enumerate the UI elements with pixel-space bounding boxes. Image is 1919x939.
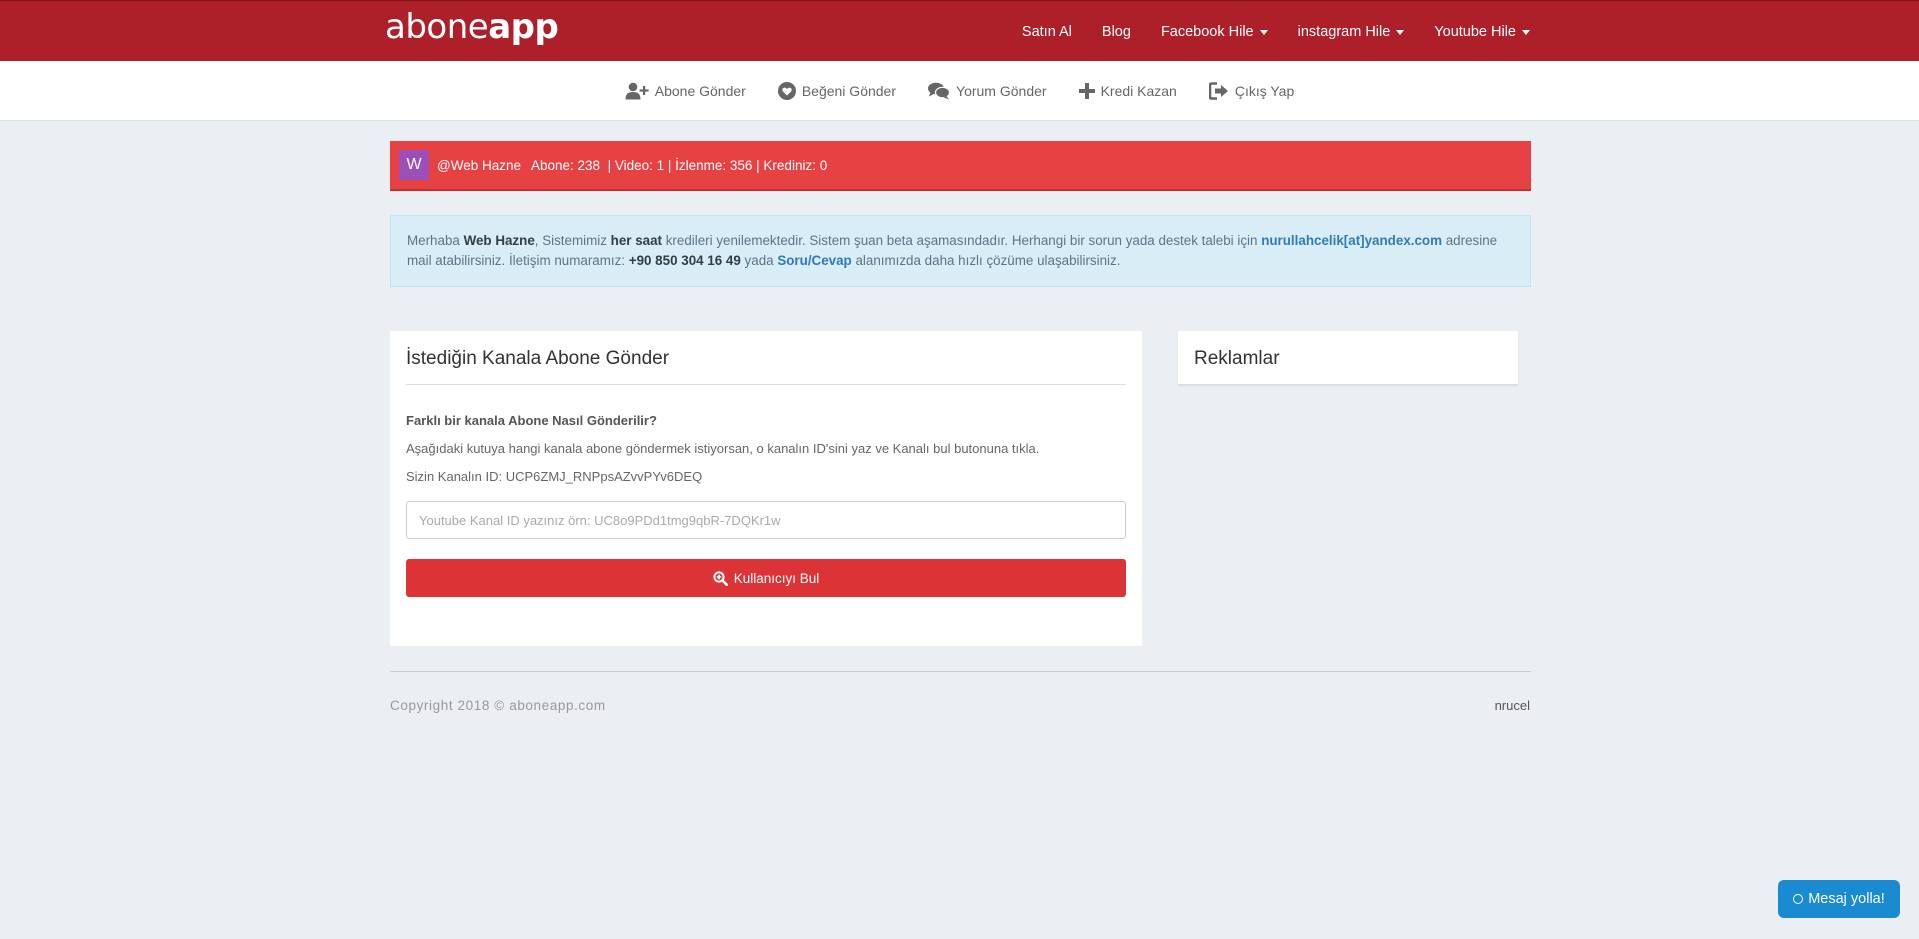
channel-id-input[interactable]: [406, 501, 1126, 539]
subnav-item-begeni-gonder[interactable]: Beğeni Gönder: [777, 81, 897, 100]
caret-down-icon: [1396, 30, 1405, 35]
find-user-button[interactable]: Kullanıcıyı Bul: [406, 559, 1126, 597]
subnav-item-kredi-kazan[interactable]: Kredi Kazan: [1078, 82, 1177, 99]
subnav-label: Çıkış Yap: [1234, 82, 1295, 99]
chat-label: Mesaj yolla!: [1808, 891, 1885, 907]
subnav-label: Abone Gönder: [654, 82, 746, 99]
sub-nav: Abone Gönder Beğeni Gönder Yorum Gönder …: [0, 61, 1919, 121]
alert-text: alanımızda daha hızlı çözüme ulaşabilirs…: [851, 253, 1121, 268]
user-stats-bar: W @Web Hazne Abone: 238 | Video: 1 | İzl…: [390, 141, 1531, 191]
alert-text: yada: [740, 253, 778, 268]
nav-label: Youtube Hile: [1434, 23, 1516, 40]
alert-text: , Sistemimiz: [534, 233, 611, 248]
ads-title: Reklamlar: [1194, 348, 1280, 369]
ads-panel: Reklamlar: [1178, 331, 1518, 385]
plus-icon: [1078, 82, 1095, 99]
panel-title: İstediğin Kanala Abone Gönder: [406, 331, 1126, 385]
info-alert: Merhaba Web Hazne, Sistemimiz her saat k…: [390, 215, 1531, 287]
comments-icon: [928, 82, 951, 99]
qa-link[interactable]: Soru/Cevap: [777, 253, 851, 268]
send-subscriber-panel: İstediğin Kanala Abone Gönder Farklı bir…: [390, 331, 1142, 646]
nav-label: Facebook Hile: [1160, 23, 1254, 40]
chat-circle-icon: [1793, 894, 1804, 904]
sign-out-icon: [1208, 81, 1228, 100]
subnav-item-abone-gonder[interactable]: Abone Gönder: [625, 82, 746, 100]
alert-every-hour: her saat: [610, 233, 663, 248]
alert-text: kredileri yenilemektedir. Sistem şuan be…: [662, 233, 1262, 248]
brand-light: abone: [385, 7, 489, 47]
caret-down-icon: [1259, 30, 1268, 35]
alert-username: Web Hazne: [463, 233, 535, 248]
brand-logo[interactable]: aboneapp: [385, 7, 559, 47]
footer-credit: nrucel: [1494, 698, 1530, 713]
user-stats: Abone: 238 | Video: 1 | İzlenme: 356 | K…: [531, 157, 828, 173]
top-nav: Satın Al Blog Facebook Hile instagram Hi…: [1007, 1, 1530, 62]
brand-bold: app: [488, 7, 559, 47]
nav-item-blog[interactable]: Blog: [1087, 24, 1146, 40]
how-to-heading: Farklı bir kanala Abone Nasıl Gönderilir…: [406, 413, 657, 428]
instruction-text: Aşağıdaki kutuya hangi kanala abone gönd…: [406, 441, 1040, 456]
footer-divider: [390, 671, 1531, 672]
subnav-label: Yorum Gönder: [956, 82, 1047, 99]
top-navbar: aboneapp Satın Al Blog Facebook Hile ins…: [0, 0, 1919, 61]
nav-label: Blog: [1101, 23, 1131, 40]
nav-label: Satın Al: [1021, 23, 1072, 40]
nav-label: instagram Hile: [1297, 23, 1391, 40]
user-plus-icon: [625, 82, 649, 99]
nav-item-youtube-hile[interactable]: Youtube Hile: [1419, 24, 1530, 40]
nav-item-facebook-hile[interactable]: Facebook Hile: [1146, 24, 1283, 40]
nav-item-instagram-hile[interactable]: instagram Hile: [1283, 24, 1420, 40]
subnav-label: Beğeni Gönder: [801, 82, 897, 99]
subnav-item-cikis-yap[interactable]: Çıkış Yap: [1208, 81, 1295, 100]
alert-phone: +90 850 304 16 49: [628, 253, 741, 268]
nav-item-satin-al[interactable]: Satın Al: [1007, 24, 1087, 40]
copyright-text: Copyright 2018 © aboneapp.com: [390, 698, 606, 713]
support-email-link[interactable]: nurullahcelik[at]yandex.com: [1261, 233, 1442, 248]
heart-icon: [777, 81, 796, 100]
subnav-item-yorum-gonder[interactable]: Yorum Gönder: [928, 82, 1047, 100]
search-plus-icon: [713, 570, 728, 586]
find-user-label: Kullanıcıyı Bul: [733, 570, 820, 586]
avatar: W: [399, 150, 429, 180]
chat-button[interactable]: Mesaj yolla!: [1778, 880, 1900, 918]
alert-text: Merhaba: [407, 233, 464, 248]
username: @Web Hazne: [437, 157, 521, 173]
channel-id-text: Sizin Kanalın ID: UCP6ZMJ_RNPpsAZvvPYv6D…: [406, 469, 703, 484]
caret-down-icon: [1522, 30, 1530, 35]
subnav-label: Kredi Kazan: [1100, 82, 1177, 99]
